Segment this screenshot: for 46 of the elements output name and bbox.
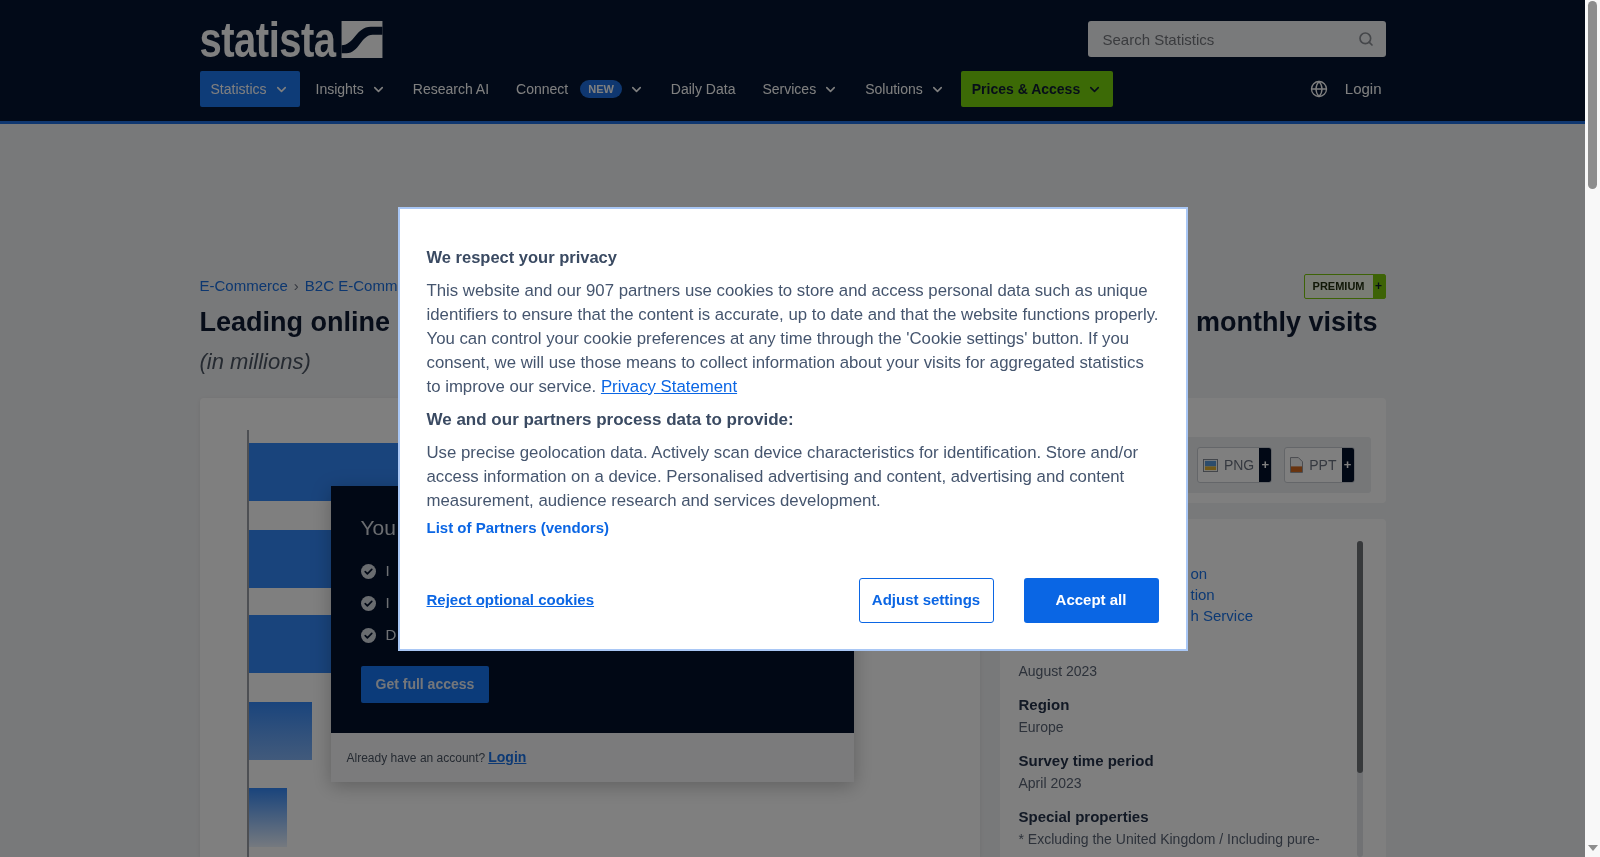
globe-icon[interactable] [1309,80,1328,98]
detail-value: April 2023 [1018,774,1082,793]
detail-label: Region [1018,695,1070,715]
nav-menu-item[interactable]: Statistics [199,71,300,107]
plus-tile: + [1259,448,1272,482]
privacy-statement-link[interactable]: Privacy Statement [600,376,738,396]
nav-link[interactable]: Daily Data [659,71,747,107]
dialog-title: We respect your privacy [426,246,617,268]
login-link[interactable]: Login [1340,77,1386,101]
page-title: Leading online [199,306,390,339]
breadcrumb-separator: › [293,275,299,296]
plus-tile: + [1372,274,1385,298]
logo-icon [340,21,383,58]
nav-menu-item[interactable]: Connect NEW [505,71,655,107]
accept-all-button[interactable]: Accept all [1023,577,1159,623]
download-button[interactable]: PPT + [1284,447,1355,483]
cookie-notice-text: This website and our 907 partners use cookies to store and access personal data such as unique identifiers to ensure that the content is accurate, up to date and that the website functions properly. You can control your cookie preferences at any time through the 'Cookie settings' button. If you consent, we will use those means to collect information about your visits for aggregated statistics to improve our service. Privacy Statement [426,279,1159,398]
search-field[interactable]: Search Statistics [1087,21,1386,57]
highlighted-menu-button[interactable]: Prices & Access [960,71,1114,107]
title-unit: (in millions) [199,348,311,376]
detail-link[interactable]: tion [1190,584,1215,605]
scroll-down-arrow-icon [1587,845,1598,851]
scrollbar-thumb[interactable] [1356,541,1363,773]
detail-value: August 2023 [1018,662,1098,681]
image-file-icon [1202,458,1218,472]
download-button[interactable]: PNG + [1196,447,1273,483]
search-icon[interactable] [1357,31,1374,47]
detail-value: * Excluding the United Kingdom / Including pure- [1018,830,1320,849]
scrollbar-thumb[interactable] [1588,1,1597,189]
nav-menu-item[interactable]: Insights [304,71,397,107]
nav-link[interactable]: Research AI [401,71,501,107]
new-badge: NEW [580,80,622,98]
document-file-icon [1290,457,1304,473]
detail-value: Europe [1018,718,1064,737]
detail-label: Survey time period [1018,751,1154,771]
breadcrumb-link[interactable]: E-Commerce [199,274,288,298]
detail-link[interactable]: on [1190,563,1208,584]
breadcrumb-link[interactable]: B2C E-Comm [304,274,398,298]
detail-label: Special properties [1018,807,1149,827]
plus-tile: + [1341,448,1354,482]
nav-menu-item[interactable]: Services [751,71,850,107]
premium-label: PREMIUM [1311,278,1366,294]
page-title: monthly visits [1195,306,1378,339]
nav-menu-item[interactable]: Solutions [854,71,956,107]
logo-wordmark[interactable]: statista [199,20,336,58]
detail-link[interactable]: h Service [1190,605,1254,626]
